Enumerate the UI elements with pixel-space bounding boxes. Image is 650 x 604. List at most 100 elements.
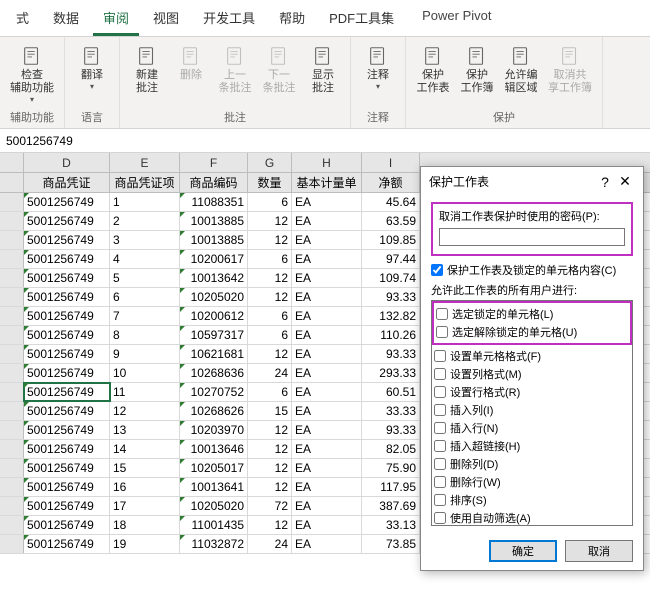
password-input[interactable] [439, 228, 625, 246]
cell[interactable]: EA [292, 535, 362, 553]
cell[interactable]: 12 [248, 288, 292, 306]
cell[interactable]: 33.13 [362, 516, 420, 534]
perm-checkbox[interactable] [434, 512, 446, 524]
cell[interactable]: 5 [110, 269, 180, 287]
cell[interactable]: EA [292, 288, 362, 306]
cell[interactable]: EA [292, 440, 362, 458]
cell[interactable]: 10200612 [180, 307, 248, 325]
row-number[interactable] [0, 364, 24, 382]
ribbon-btn[interactable]: 新建 批注 [126, 41, 168, 97]
perm-item[interactable]: 设置单元格格式(F) [434, 347, 630, 365]
cell[interactable]: 10203970 [180, 421, 248, 439]
perm-checkbox[interactable] [434, 422, 446, 434]
cell[interactable]: 15 [110, 459, 180, 477]
row-number[interactable] [0, 535, 24, 553]
cell[interactable]: 9 [110, 345, 180, 363]
cell[interactable]: 293.33 [362, 364, 420, 382]
perm-checkbox[interactable] [434, 494, 446, 506]
cell[interactable]: 5001256749 [24, 497, 110, 515]
cell[interactable]: 5001256749 [24, 364, 110, 382]
cell[interactable]: 75.90 [362, 459, 420, 477]
cell[interactable]: 7 [110, 307, 180, 325]
cell[interactable]: 6 [248, 307, 292, 325]
cell[interactable]: 10205020 [180, 497, 248, 515]
cell[interactable]: 10013641 [180, 478, 248, 496]
data-header[interactable]: 商品凭证项 [110, 173, 180, 192]
permissions-list[interactable]: 选定锁定的单元格(L)选定解除锁定的单元格(U)设置单元格格式(F)设置列格式(… [431, 300, 633, 526]
perm-item[interactable]: 设置行格式(R) [434, 383, 630, 401]
row-number[interactable] [0, 345, 24, 363]
row-number[interactable] [0, 516, 24, 534]
cell[interactable]: 10621681 [180, 345, 248, 363]
cell[interactable]: EA [292, 497, 362, 515]
cell[interactable]: 10597317 [180, 326, 248, 344]
cell[interactable]: 72 [248, 497, 292, 515]
data-header[interactable]: 商品凭证 [24, 173, 110, 192]
tab-1[interactable]: 数据 [43, 4, 89, 36]
cell[interactable]: 12 [248, 212, 292, 230]
cell[interactable]: 5001256749 [24, 459, 110, 477]
cell[interactable]: 60.51 [362, 383, 420, 401]
cell[interactable]: 11088351 [180, 193, 248, 211]
cell[interactable]: 109.74 [362, 269, 420, 287]
cell[interactable]: 5001256749 [24, 193, 110, 211]
col-header-F[interactable]: F [180, 153, 248, 172]
cell[interactable]: 4 [110, 250, 180, 268]
row-number[interactable] [0, 440, 24, 458]
cell[interactable]: 1 [110, 193, 180, 211]
perm-checkbox[interactable] [436, 308, 448, 320]
cell[interactable]: 5001256749 [24, 535, 110, 553]
protect-content-checkbox[interactable] [431, 264, 443, 276]
cell[interactable]: EA [292, 269, 362, 287]
perm-checkbox[interactable] [436, 326, 448, 338]
perm-item[interactable]: 插入列(I) [434, 401, 630, 419]
row-number[interactable] [0, 383, 24, 401]
row-number[interactable] [0, 212, 24, 230]
cell[interactable]: 12 [248, 345, 292, 363]
ribbon-btn[interactable]: 检查 辅助功能▾ [6, 41, 58, 106]
data-header[interactable]: 商品编码 [180, 173, 248, 192]
cell[interactable]: 5001256749 [24, 421, 110, 439]
cell[interactable]: EA [292, 345, 362, 363]
perm-checkbox[interactable] [434, 350, 446, 362]
cell[interactable]: 12 [248, 516, 292, 534]
cell[interactable]: 14 [110, 440, 180, 458]
row-number[interactable] [0, 402, 24, 420]
data-header[interactable]: 数量 [248, 173, 292, 192]
cell[interactable]: 5001256749 [24, 440, 110, 458]
cell[interactable]: 93.33 [362, 288, 420, 306]
ribbon-btn[interactable]: 显示 批注 [302, 41, 344, 97]
cell[interactable]: 5001256749 [24, 288, 110, 306]
perm-item[interactable]: 插入行(N) [434, 419, 630, 437]
ribbon-btn[interactable]: 注释▾ [357, 41, 399, 93]
cell[interactable]: 5001256749 [24, 383, 110, 401]
col-header-E[interactable]: E [110, 153, 180, 172]
tab-6[interactable]: PDF工具集 [319, 4, 404, 36]
row-number[interactable] [0, 421, 24, 439]
cell[interactable]: 10013646 [180, 440, 248, 458]
cell[interactable]: 97.44 [362, 250, 420, 268]
cell[interactable]: 93.33 [362, 421, 420, 439]
cell[interactable]: EA [292, 421, 362, 439]
cell[interactable]: 6 [110, 288, 180, 306]
cell[interactable]: 45.64 [362, 193, 420, 211]
cell[interactable]: EA [292, 516, 362, 534]
col-header-G[interactable]: G [248, 153, 292, 172]
cell[interactable]: 24 [248, 364, 292, 382]
cell[interactable]: EA [292, 193, 362, 211]
cell[interactable]: 10 [110, 364, 180, 382]
cell[interactable]: 11032872 [180, 535, 248, 553]
cell[interactable]: 82.05 [362, 440, 420, 458]
cell[interactable]: 18 [110, 516, 180, 534]
cell[interactable]: 6 [248, 383, 292, 401]
cell[interactable]: EA [292, 402, 362, 420]
cell[interactable]: 63.59 [362, 212, 420, 230]
cell[interactable]: 11001435 [180, 516, 248, 534]
cell[interactable]: 10205017 [180, 459, 248, 477]
row-number[interactable] [0, 250, 24, 268]
perm-item[interactable]: 使用自动筛选(A) [434, 509, 630, 526]
cell[interactable]: EA [292, 459, 362, 477]
dialog-titlebar[interactable]: 保护工作表 ? ✕ [421, 167, 643, 196]
row-number[interactable] [0, 459, 24, 477]
row-number[interactable] [0, 326, 24, 344]
